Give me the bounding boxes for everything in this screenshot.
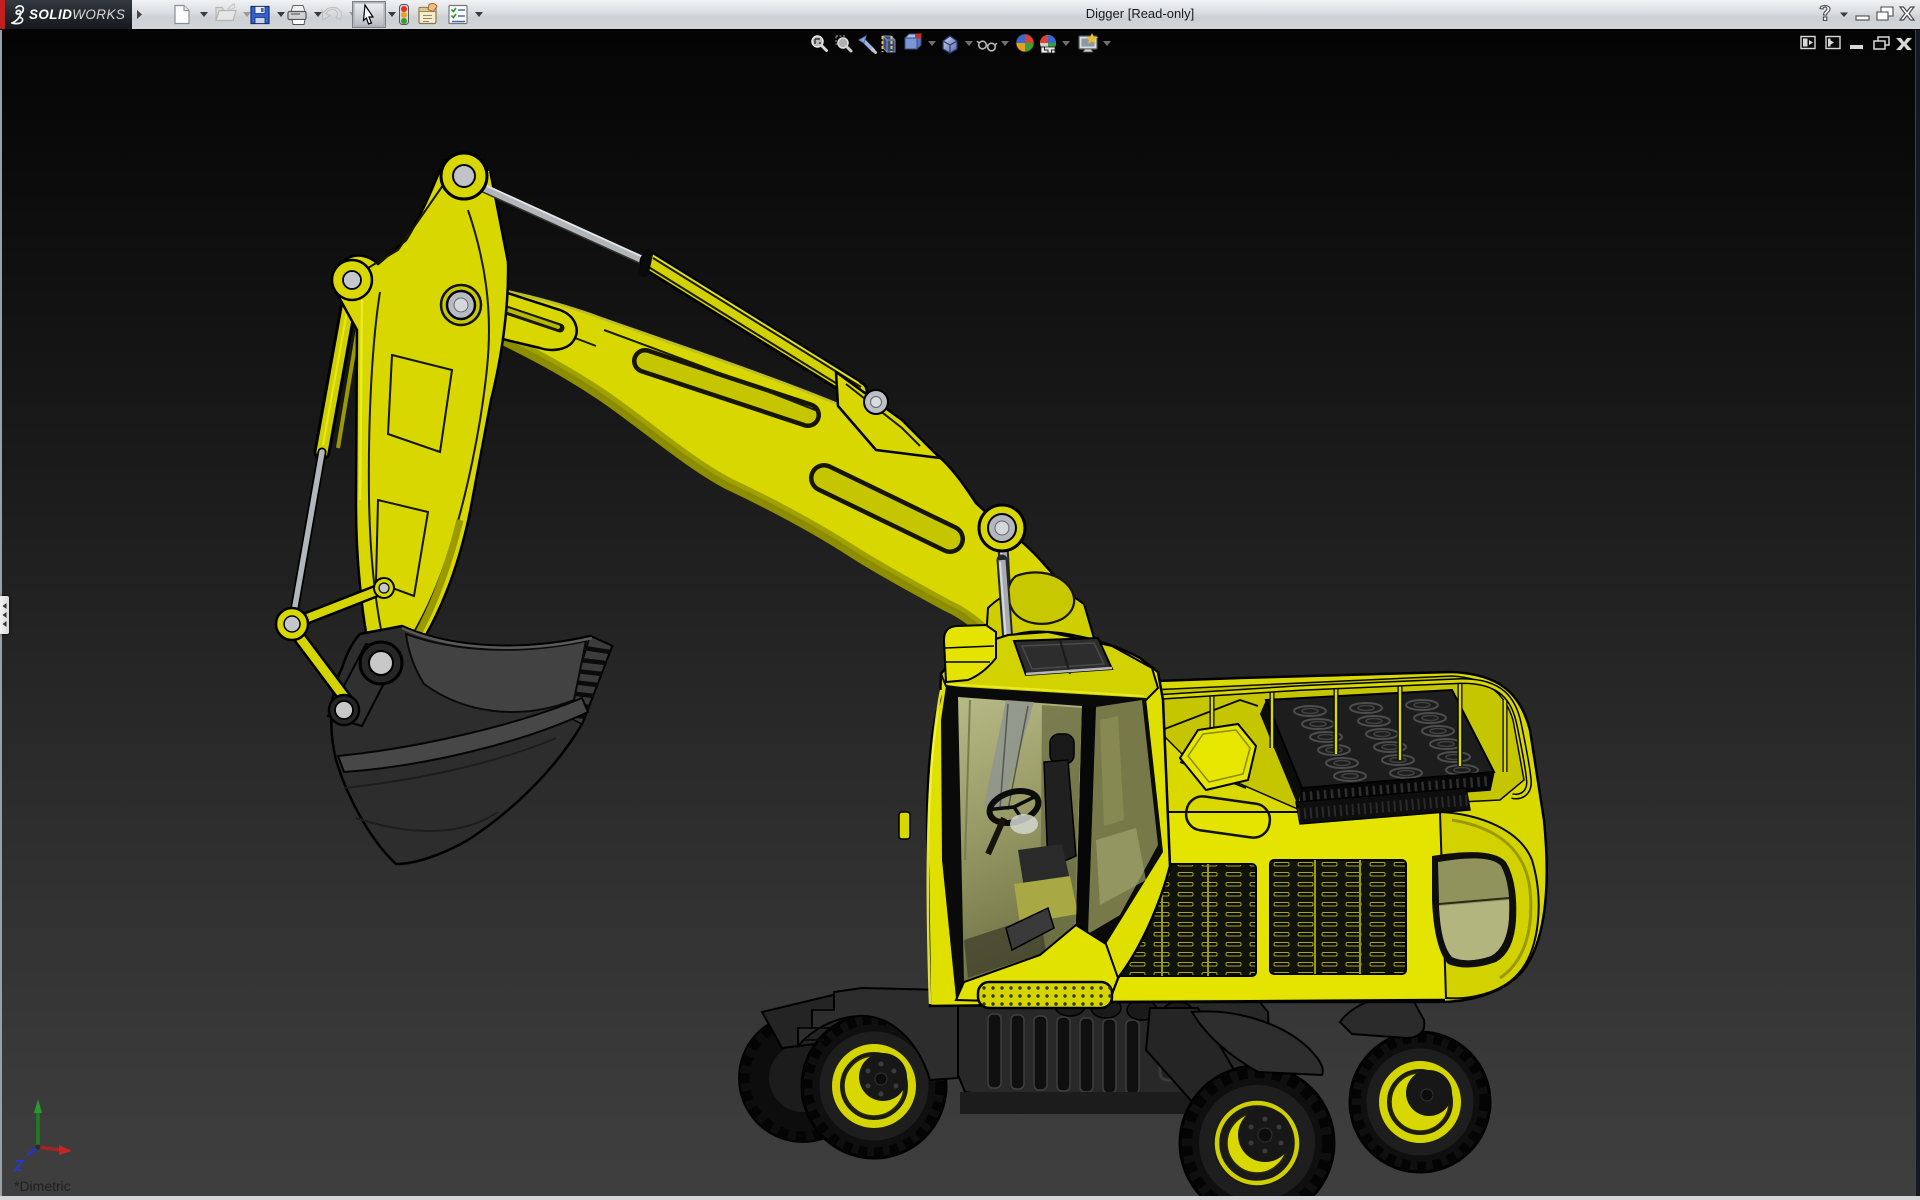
svg-text:SOLIDWORKS: SOLIDWORKS <box>29 7 125 22</box>
